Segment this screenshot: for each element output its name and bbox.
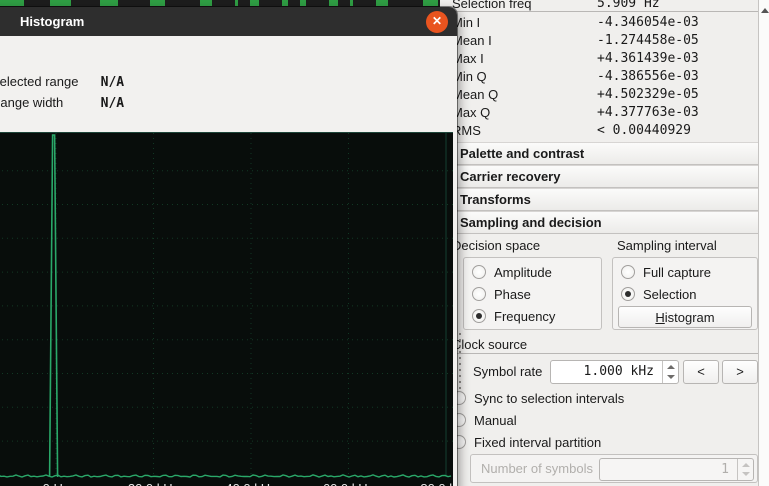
radio-checked-icon (472, 309, 486, 323)
number-of-symbols-group: Number of symbols 1 (470, 454, 758, 483)
stat-value: < 0.00440929 (597, 122, 691, 140)
histogram-chart: 0 Hz 20.0 kHz 40.0 kHz 60.0 kHz 80.0 kHz (0, 133, 453, 486)
radio-label: Selection (643, 287, 696, 302)
radio-label: Amplitude (494, 265, 552, 280)
separator (440, 11, 758, 12)
stat-row-max-i: Max I +4.361439e-03 (452, 50, 756, 68)
stat-value: +4.502329e-05 (597, 86, 699, 104)
section-transforms[interactable]: ▶Transforms (440, 188, 758, 211)
stat-label: Min Q (452, 68, 487, 86)
spin-down-icon[interactable] (667, 375, 675, 379)
properties-panel: Selection freq 5.909 Hz Min I -4.346054e… (440, 0, 769, 486)
histogram-plot: 0 Hz 20.0 kHz 40.0 kHz 60.0 kHz 80.0 kHz (0, 132, 453, 486)
svg-text:80.0 kHz: 80.0 kHz (420, 481, 453, 486)
histogram-button[interactable]: Histogram (618, 306, 752, 328)
separator (440, 353, 758, 354)
histogram-window: Histogram ✕ Selected range N/A Range wid… (0, 7, 457, 486)
spinner-arrows (737, 459, 753, 480)
stat-row-mean-i: Mean I -1.274458e-05 (452, 32, 756, 50)
window-close-button[interactable]: ✕ (426, 11, 448, 33)
decision-space-group: Amplitude Phase Frequency (463, 257, 602, 330)
svg-text:40.0 kHz: 40.0 kHz (225, 481, 276, 486)
stat-label: Max Q (452, 104, 490, 122)
selected-range-value: N/A (101, 75, 124, 90)
section-sampling-and-decision[interactable]: ▼Sampling and decision (440, 211, 758, 234)
app-root: Selection freq 5.909 Hz Min I -4.346054e… (0, 0, 769, 486)
selected-range-row: Selected range N/A (0, 72, 124, 92)
stat-row-min-i: Min I -4.346054e-03 (452, 14, 756, 32)
radio-icon (472, 287, 486, 301)
range-width-row: Range width N/A (0, 93, 124, 113)
radio-label: Phase (494, 287, 531, 302)
properties-content: Selection freq 5.909 Hz Min I -4.346054e… (440, 0, 758, 486)
svg-text:0 Hz: 0 Hz (43, 481, 70, 486)
stat-label: Mean Q (452, 86, 498, 104)
stat-value: -4.346054e-03 (597, 14, 699, 32)
section-carrier-recovery[interactable]: ▶Carrier recovery (440, 165, 758, 188)
window-body: Selected range N/A Range width N/A 0 Hz 2… (0, 36, 457, 486)
stat-label: Mean I (452, 32, 492, 50)
histogram-button-label: Histogram (655, 310, 714, 325)
less-than-icon: < (697, 364, 705, 379)
radio-full-capture[interactable]: Full capture (613, 261, 757, 283)
radio-sync-to-selection-intervals[interactable]: Sync to selection intervals (444, 387, 624, 409)
number-of-symbols-value: 1 (600, 459, 733, 480)
stat-row-mean-q: Mean Q +4.502329e-05 (452, 86, 756, 104)
range-width-label: Range width (0, 93, 97, 113)
window-title: Histogram (20, 7, 84, 36)
section-label: Carrier recovery (460, 169, 560, 184)
radio-frequency[interactable]: Frequency (464, 305, 601, 327)
number-of-symbols-label: Number of symbols (481, 461, 593, 476)
radio-fixed-interval-partition[interactable]: Fixed interval partition (444, 431, 601, 453)
radio-label: Frequency (494, 309, 555, 324)
section-label: Palette and contrast (460, 146, 584, 161)
radio-label: Sync to selection intervals (474, 391, 624, 406)
selected-range-label: Selected range (0, 72, 97, 92)
panel-splitter-handle[interactable] (459, 333, 461, 393)
window-titlebar[interactable]: Histogram ✕ (0, 7, 457, 36)
radio-checked-icon (621, 287, 635, 301)
svg-text:20.0 kHz: 20.0 kHz (128, 481, 179, 486)
radio-selection[interactable]: Selection (613, 283, 757, 305)
symbol-rate-label: Symbol rate (473, 364, 542, 379)
symbol-rate-spinbox[interactable]: 1.000 kHz (550, 360, 679, 384)
spin-up-icon (742, 463, 750, 467)
sampling-interval-label: Sampling interval (617, 238, 717, 253)
radio-amplitude[interactable]: Amplitude (464, 261, 601, 283)
radio-label: Manual (474, 413, 517, 428)
stat-value: -4.386556e-03 (597, 68, 699, 86)
panel-scrollbar[interactable] (758, 0, 769, 486)
symbol-rate-value: 1.000 kHz (551, 361, 658, 383)
greater-than-icon: > (736, 364, 744, 379)
spin-up-icon[interactable] (667, 365, 675, 369)
spectrogram-blocks (0, 0, 458, 6)
radio-phase[interactable]: Phase (464, 283, 601, 305)
spin-down-icon (742, 472, 750, 476)
symbol-rate-decrease-button[interactable]: < (683, 360, 719, 384)
close-icon: ✕ (432, 14, 442, 28)
section-palette-and-contrast[interactable]: ▶Palette and contrast (440, 142, 758, 165)
stat-value: -1.274458e-05 (597, 32, 699, 50)
stat-value: +4.361439e-03 (597, 50, 699, 68)
stat-row-max-q: Max Q +4.377763e-03 (452, 104, 756, 122)
stat-value: +4.377763e-03 (597, 104, 699, 122)
stat-row-min-q: Min Q -4.386556e-03 (452, 68, 756, 86)
number-of-symbols-spinbox: 1 (599, 458, 754, 481)
svg-text:60.0 kHz: 60.0 kHz (323, 481, 374, 486)
clock-source-label: Clock source (452, 337, 527, 352)
decision-space-label: Decision space (452, 238, 540, 253)
section-label: Transforms (460, 192, 531, 207)
sampling-interval-group: Full capture Selection Histogram (612, 257, 758, 330)
section-label: Sampling and decision (460, 215, 602, 230)
range-width-value: N/A (101, 96, 124, 111)
radio-label: Fixed interval partition (474, 435, 601, 450)
radio-label: Full capture (643, 265, 711, 280)
stat-row-rms: RMS < 0.00440929 (452, 122, 756, 140)
radio-icon (472, 265, 486, 279)
spinner-arrows[interactable] (662, 361, 678, 383)
symbol-rate-increase-button[interactable]: > (722, 360, 758, 384)
scrollbar-up-arrow-icon[interactable] (761, 8, 769, 13)
radio-icon (621, 265, 635, 279)
